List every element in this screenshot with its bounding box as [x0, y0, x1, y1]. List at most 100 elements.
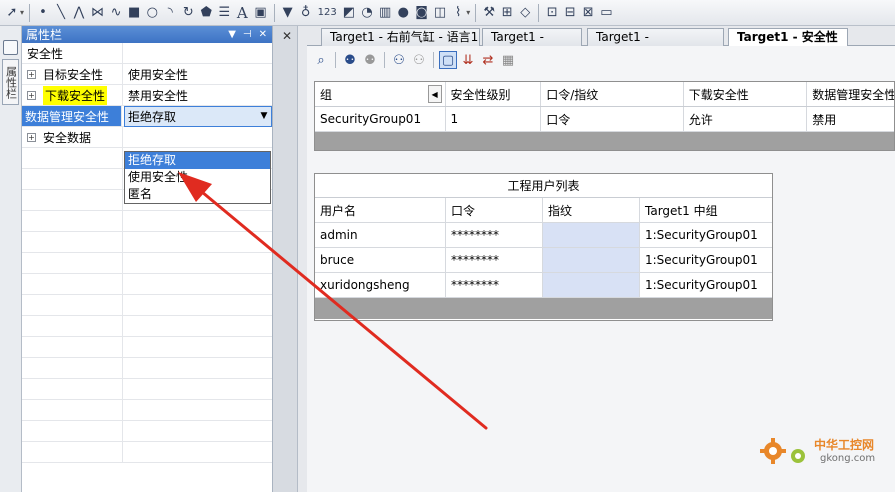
chevron-left-icon[interactable]: ◀	[427, 85, 442, 103]
property-row-download-security[interactable]: + 下载安全性 禁用安全性	[22, 85, 272, 106]
zoom-icon[interactable]: ⌕	[312, 51, 330, 69]
exchange-icon[interactable]: ⇄	[479, 51, 497, 69]
dot-icon[interactable]: •	[35, 3, 51, 23]
screen-icon[interactable]: ⊟	[562, 3, 578, 23]
expand-icon[interactable]: +	[27, 69, 36, 79]
table-cell[interactable]: bruce	[315, 248, 446, 272]
column-header-fingerprint[interactable]: 指纹	[543, 198, 640, 222]
grid-icon[interactable]: ▦	[499, 51, 517, 69]
image-icon[interactable]: ▣	[252, 3, 268, 23]
table-cell[interactable]: xuridongsheng	[315, 273, 446, 297]
cursor-icon[interactable]: ▭	[598, 3, 614, 23]
expand-icon[interactable]: +	[27, 132, 36, 142]
delete-user-icon[interactable]: ⚇	[410, 51, 428, 69]
table-row[interactable]: bruce ******** 1:SecurityGroup01	[315, 248, 772, 273]
rectangle-icon[interactable]: ■	[126, 3, 142, 23]
line-icon[interactable]: ╲	[53, 3, 69, 23]
column-header-download[interactable]: 下载安全性	[684, 82, 808, 106]
rotate-icon[interactable]: ↻	[180, 3, 196, 23]
table-cell[interactable]	[543, 273, 640, 297]
close-icon[interactable]: ✕	[280, 29, 294, 43]
numeric-icon[interactable]: 123	[316, 3, 339, 23]
camera-icon[interactable]: ◙	[413, 3, 430, 23]
toolbar-separator	[538, 3, 540, 22]
table-cell[interactable]: ********	[446, 223, 543, 247]
lock-icon[interactable]: ◇	[517, 3, 533, 23]
chevron-down-icon[interactable]: ▾	[20, 8, 24, 17]
chart-icon[interactable]: ⌇	[450, 3, 466, 23]
dropdown-option-anonymous[interactable]: 匿名	[125, 186, 270, 203]
ellipse-icon[interactable]: ○	[144, 3, 160, 23]
text-icon[interactable]: A	[234, 3, 250, 23]
pin-icon[interactable]: ⊣	[243, 29, 252, 40]
valve-icon[interactable]: ▼	[280, 3, 296, 23]
lamp-icon[interactable]: ♁	[298, 3, 314, 23]
align-icon[interactable]: ⊞	[499, 3, 515, 23]
delete-group-icon[interactable]: ⚉	[361, 51, 379, 69]
view-icon[interactable]: ▢	[439, 51, 457, 69]
table-cell[interactable]: ********	[446, 248, 543, 272]
table-cell[interactable]: 1	[446, 107, 542, 131]
table-cell[interactable]: SecurityGroup01	[315, 107, 446, 131]
table-cell[interactable]	[543, 248, 640, 272]
tab-target1[interactable]: Target1 - Target1	[482, 28, 582, 60]
table-cell[interactable]: 1:SecurityGroup01	[640, 223, 772, 247]
property-value[interactable]: 禁用安全性	[128, 87, 188, 104]
table-row[interactable]: xuridongsheng ******** 1:SecurityGroup01	[315, 273, 772, 298]
property-tab[interactable]: 属性栏	[2, 59, 19, 105]
property-row-data-management-security[interactable]: 数据管理安全性 拒绝存取 ▼	[22, 105, 272, 127]
table-cell[interactable]: 1:SecurityGroup01	[640, 248, 772, 272]
shape-icon[interactable]: ⬟	[198, 3, 214, 23]
column-header-password[interactable]: 口令/指纹	[541, 82, 684, 106]
property-row-target-security[interactable]: + 目标安全性 使用安全性	[22, 64, 272, 85]
column-header-username[interactable]: 用户名	[315, 198, 446, 222]
panel-splitter[interactable]	[273, 26, 297, 492]
fit-icon[interactable]: ⊠	[580, 3, 596, 23]
table-cell[interactable]: ********	[446, 273, 543, 297]
table-cell[interactable]: 1:SecurityGroup01	[640, 273, 772, 297]
list-icon[interactable]: ☰	[216, 3, 232, 23]
tool-icon[interactable]: ⚒	[481, 3, 497, 23]
property-panel-icon[interactable]	[3, 40, 18, 55]
import-icon[interactable]: ⇊	[459, 51, 477, 69]
button-icon[interactable]: ●	[395, 3, 411, 23]
property-value[interactable]: 使用安全性	[128, 66, 188, 83]
table-row[interactable]: admin ******** 1:SecurityGroup01	[315, 223, 772, 248]
close-icon[interactable]: ✕	[259, 29, 267, 40]
table-cell[interactable]: 禁用	[807, 107, 894, 131]
arc-icon[interactable]: ◝	[162, 3, 178, 23]
table-cell[interactable]: admin	[315, 223, 446, 247]
add-group-icon[interactable]: ⚉	[341, 51, 359, 69]
add-user-icon[interactable]: ⚇	[390, 51, 408, 69]
chevron-down-icon[interactable]: ▾	[466, 8, 470, 17]
tab-language[interactable]: Target1 - 右前气缸 - 语言1	[321, 28, 480, 46]
gauge-icon[interactable]: ◔	[359, 3, 375, 23]
expand-icon[interactable]: +	[27, 90, 36, 100]
recipe-icon[interactable]: ◫	[432, 3, 448, 23]
dropdown-option-use-security[interactable]: 使用安全性	[125, 169, 270, 186]
tab-recipegroup[interactable]: Target1 - RecipeGroup1	[587, 28, 724, 60]
table-cell[interactable]	[543, 223, 640, 247]
column-header-password[interactable]: 口令	[446, 198, 543, 222]
polyline-icon[interactable]: ⋀	[71, 3, 87, 23]
security-select[interactable]: 拒绝存取 ▼	[124, 105, 272, 127]
property-row-security-data[interactable]: + 安全数据	[22, 127, 272, 148]
trend-icon[interactable]: ▥	[377, 3, 393, 23]
column-header-group[interactable]: 组 ◀	[315, 82, 446, 106]
tab-security[interactable]: Target1 - 安全性×	[728, 28, 848, 60]
column-header-group[interactable]: Target1 中组	[640, 198, 772, 222]
curve-icon[interactable]: ∿	[108, 3, 124, 23]
watermark: 中华工控网 gkong.com	[760, 432, 890, 472]
chevron-down-icon[interactable]: ▼	[257, 111, 271, 121]
polygon-icon[interactable]: ⋈	[89, 3, 106, 23]
table-cell[interactable]: 口令	[541, 107, 684, 131]
column-header-level[interactable]: 安全性级别	[446, 82, 542, 106]
column-header-data-management[interactable]: 数据管理安全性	[807, 82, 894, 106]
group-icon[interactable]: ⊡	[544, 3, 560, 23]
dropdown-option-deny[interactable]: 拒绝存取	[125, 152, 270, 169]
table-row[interactable]: SecurityGroup01 1 口令 允许 禁用	[315, 107, 894, 132]
bar-icon[interactable]: ◩	[341, 3, 357, 23]
table-cell[interactable]: 允许	[684, 107, 808, 131]
panel-menu-icon[interactable]: ▼	[228, 29, 236, 40]
pointer-icon[interactable]: ➚	[4, 3, 20, 23]
